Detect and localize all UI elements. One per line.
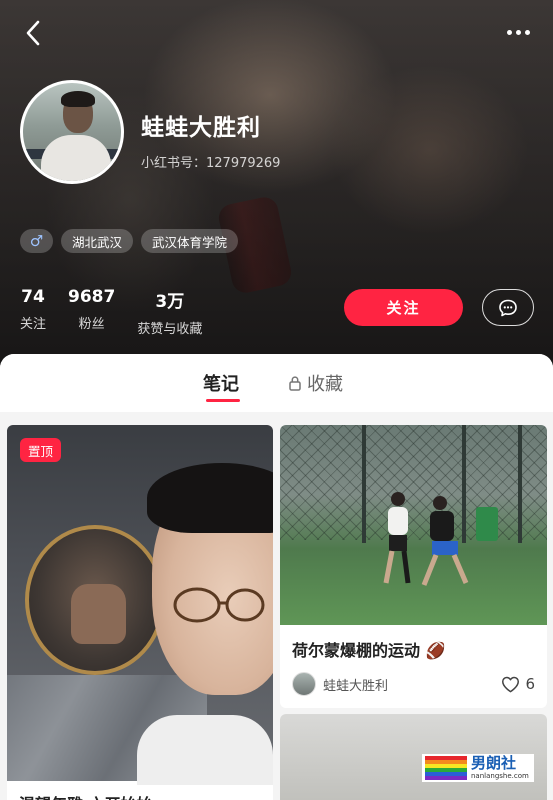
stat-followers[interactable]: 9687 粉丝: [68, 287, 115, 337]
author-name[interactable]: 蛙蛙大胜利: [323, 675, 501, 694]
tab-label: 笔记: [203, 374, 239, 395]
like-count: 6: [525, 675, 535, 693]
tab-collections[interactable]: 收藏: [288, 370, 343, 396]
stat-following[interactable]: 74 关注: [20, 287, 46, 337]
note-title: 荷尔蒙爆棚的运动 🏈: [292, 641, 446, 660]
watermark-url: nanlangshe.com: [471, 772, 529, 780]
school-tag[interactable]: 武汉体育学院: [141, 229, 239, 253]
stat-value: 74: [21, 287, 45, 307]
profile-stats: 74 关注 9687 粉丝 3万 获赞与收藏: [20, 287, 224, 337]
profile-header: 蛙蛙大胜利 小红书号：127979269 ♂ 湖北武汉 武汉体育学院 74 关注…: [0, 0, 553, 372]
stat-value: 3万: [155, 292, 185, 312]
username: 蛙蛙大胜利: [141, 115, 261, 141]
back-button[interactable]: [18, 18, 48, 48]
stat-label: 关注: [20, 317, 47, 332]
more-button[interactable]: [501, 22, 535, 42]
stat-value: 9687: [68, 287, 116, 307]
avatar[interactable]: [20, 80, 124, 184]
watermark-text: 男朗社: [471, 754, 517, 772]
note-cover-image: [7, 425, 273, 785]
redid-text[interactable]: 小红书号：127979269: [141, 152, 280, 171]
note-card[interactable]: 荷尔蒙爆棚的运动 🏈 蛙蛙大胜利 6: [280, 425, 547, 708]
stat-likes[interactable]: 3万 获赞与收藏: [137, 287, 202, 337]
tab-notes[interactable]: 笔记: [203, 370, 239, 396]
author-avatar[interactable]: [292, 672, 316, 696]
lock-icon: [289, 376, 301, 391]
content-sheet: 笔记 收藏 置顶 渴望年雅 六开始始: [0, 354, 553, 800]
follow-button[interactable]: 关注: [344, 289, 463, 326]
message-icon: [499, 299, 517, 316]
more-dots-icon: [506, 29, 512, 35]
stat-label: 粉丝: [78, 317, 105, 332]
heart-icon: [502, 676, 520, 692]
note-footer: 蛙蛙大胜利 6: [292, 671, 535, 697]
note-cover-image: [280, 425, 547, 625]
note-card-pinned[interactable]: 置顶 渴望年雅 六开始始: [7, 425, 273, 800]
like-button[interactable]: 6: [501, 675, 535, 693]
stat-label: 获赞与收藏: [137, 322, 203, 337]
tab-bar: 笔记 收藏: [0, 354, 553, 412]
tab-label: 收藏: [307, 374, 343, 395]
note-title: 渴望年雅 六开始始: [19, 791, 153, 800]
location-tag[interactable]: 湖北武汉: [61, 229, 134, 253]
male-icon: ♂: [20, 229, 53, 253]
rainbow-flag-icon: [425, 756, 467, 780]
profile-tags: ♂ 湖北武汉 武汉体育学院: [20, 229, 239, 253]
watermark-logo: 男朗社 nanlangshe.com: [422, 754, 534, 782]
message-button[interactable]: [482, 289, 534, 326]
pinned-badge: 置顶: [20, 438, 62, 462]
back-arrow-icon: [26, 20, 40, 46]
tab-indicator: [206, 399, 240, 402]
